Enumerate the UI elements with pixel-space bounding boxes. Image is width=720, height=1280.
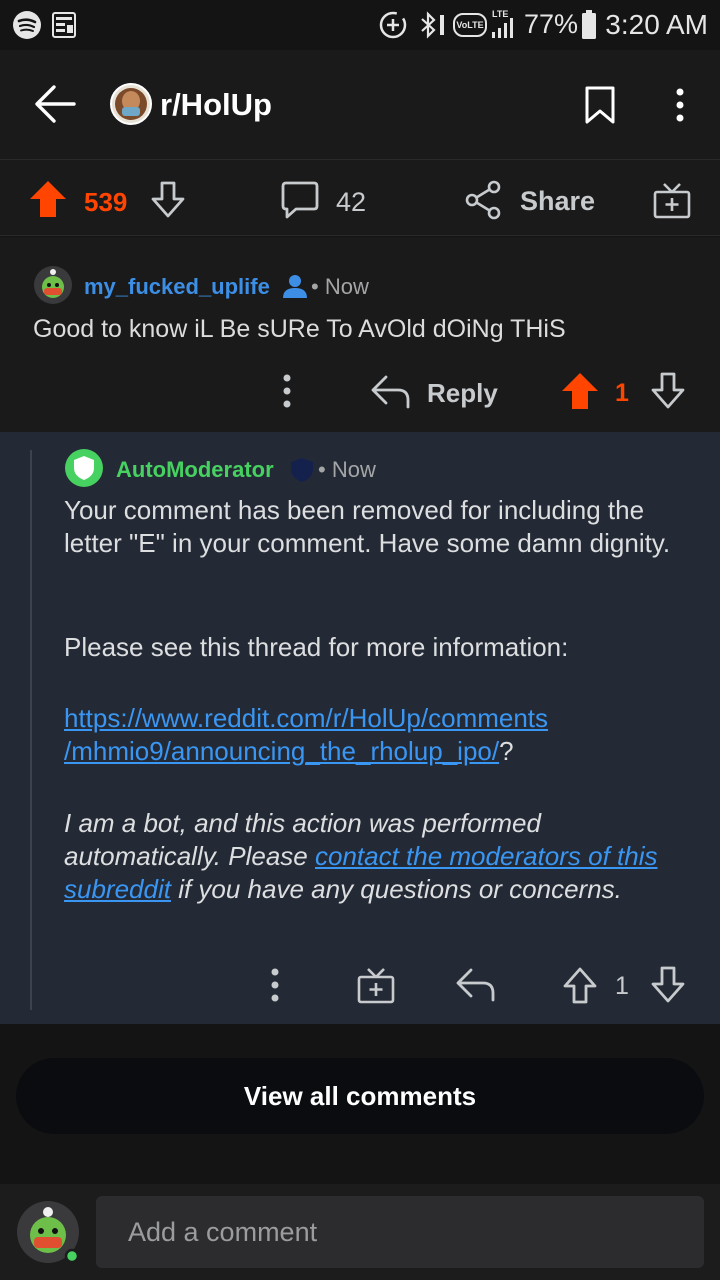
battery-icon [581, 10, 597, 40]
link-suffix: ? [499, 736, 514, 766]
comment-paragraph: Your comment has been removed for includ… [64, 495, 671, 558]
comment-more-icon[interactable] [282, 374, 292, 408]
mod-shield-icon [290, 457, 314, 483]
meta-dot: • [318, 457, 332, 482]
comment-meta: • Now [318, 457, 376, 483]
comment-composer [0, 1184, 720, 1280]
comment-bubble-icon[interactable] [280, 180, 320, 220]
share-icon[interactable] [464, 180, 504, 220]
reply-icon[interactable] [370, 373, 412, 411]
data-saver-icon [378, 10, 408, 40]
top-app-bar: r/HolUp [0, 50, 720, 160]
reply-icon[interactable] [455, 966, 497, 1004]
subreddit-avatar[interactable] [110, 83, 152, 125]
thread-link-block: https://www.reddit.com/r/HolUp/comments /… [64, 702, 704, 768]
automod-avatar[interactable] [64, 448, 104, 488]
comment-paragraph: Please see this thread for more informat… [64, 632, 569, 662]
comment-body: Good to know iL Be sURe To AvOld dOiNg T… [33, 315, 566, 343]
status-bar: VoLTE LTE 77% 3:20 AM [0, 0, 720, 50]
meta-dot: • [311, 274, 325, 299]
award-gift-icon[interactable] [356, 965, 396, 1005]
more-options-icon[interactable] [674, 88, 686, 122]
comment-username[interactable]: my_fucked_uplife [84, 274, 270, 300]
signal-icon: LTE [490, 8, 520, 40]
comment-time: Now [324, 274, 369, 299]
bot-text: if you have any questions or concerns. [170, 874, 622, 904]
comment: my_fucked_uplife • Now Good to know iL B… [0, 237, 720, 432]
bluetooth-icon [418, 11, 440, 39]
highlighted-comment: AutoModerator • Now Your comment has bee… [0, 432, 720, 1024]
current-user-avatar[interactable] [16, 1200, 80, 1264]
post-score: 539 [84, 187, 128, 217]
post-action-bar: 539 42 Share [0, 160, 720, 236]
notification-icon [52, 12, 76, 38]
spotify-icon [12, 10, 42, 40]
thread-line[interactable] [30, 450, 32, 1010]
comment-time: Now [331, 457, 376, 482]
clock: 3:20 AM [605, 9, 708, 40]
bookmark-icon[interactable] [584, 86, 616, 124]
back-arrow-icon[interactable] [34, 84, 76, 124]
comment-upvote-icon[interactable] [560, 371, 600, 411]
comment-count[interactable]: 42 [336, 187, 366, 218]
comment-username[interactable]: AutoModerator [116, 457, 274, 483]
view-all-comments-button[interactable]: View all comments [16, 1058, 704, 1134]
comment-score: 1 [615, 379, 629, 407]
share-button[interactable]: Share [520, 186, 595, 217]
comment-downvote-icon[interactable] [648, 371, 688, 411]
vibrate-icon [438, 13, 446, 37]
user-avatar[interactable] [33, 265, 73, 305]
thread-link-line1[interactable]: https://www.reddit.com/r/HolUp/comments [64, 703, 548, 733]
thread-link[interactable]: https://www.reddit.com/r/HolUp/comments /… [64, 703, 548, 766]
upvote-icon[interactable] [28, 179, 68, 219]
battery-percent: 77% [524, 9, 579, 39]
comment-upvote-icon[interactable] [560, 965, 600, 1005]
add-comment-input[interactable] [96, 1196, 704, 1268]
comment-score: 1 [615, 972, 629, 1000]
subreddit-title[interactable]: r/HolUp [160, 87, 272, 123]
downvote-icon[interactable] [148, 180, 188, 220]
comment-meta: • Now [311, 274, 369, 300]
bot-disclaimer: I am a bot, and this action was performe… [64, 807, 704, 906]
volte-icon: VoLTE [453, 13, 487, 37]
thread-link-line2[interactable]: /mhmio9/announcing_the_rholup_ipo/ [64, 736, 499, 766]
award-gift-icon[interactable] [652, 180, 692, 220]
comment-downvote-icon[interactable] [648, 965, 688, 1005]
op-user-icon [282, 274, 308, 298]
reply-button[interactable]: Reply [427, 378, 498, 409]
svg-text:LTE: LTE [492, 9, 508, 19]
comment-more-icon[interactable] [270, 968, 280, 1002]
